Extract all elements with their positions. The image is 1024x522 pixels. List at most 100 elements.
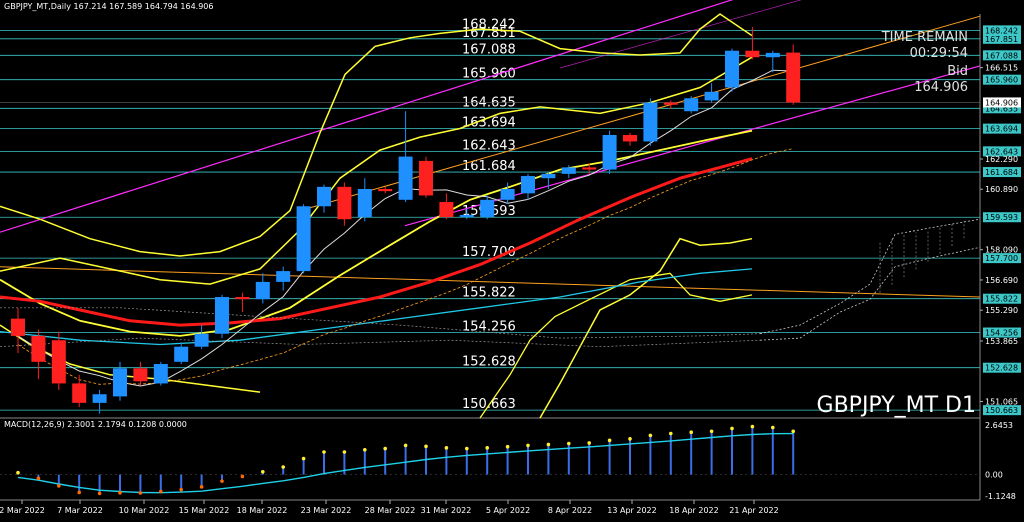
candle-body xyxy=(11,318,25,336)
candle-body xyxy=(521,176,535,194)
date-label: 8 Apr 2022 xyxy=(548,506,592,515)
candle-body xyxy=(255,281,270,300)
candle-body xyxy=(296,206,311,272)
price-chart-svg[interactable]: 168.242167.851167.088165.960164.635163.6… xyxy=(0,0,1024,518)
candle-body xyxy=(398,156,413,200)
level-label: 164.635 xyxy=(462,95,516,110)
date-label: 18 Apr 2022 xyxy=(669,506,718,515)
level-label: 165.960 xyxy=(462,67,516,82)
macd-dot xyxy=(607,438,612,443)
macd-dot xyxy=(485,446,490,450)
macd-dot xyxy=(220,479,224,483)
price-tick-label: 153.865 xyxy=(985,337,1018,346)
candle-body xyxy=(582,167,597,170)
price-tick-label: 166.515 xyxy=(985,64,1018,73)
level-axis-label: 167.088 xyxy=(985,51,1018,60)
price-tick-label: 162.290 xyxy=(985,155,1018,164)
macd-dot xyxy=(179,487,183,492)
candle-body xyxy=(602,134,617,170)
candle-body xyxy=(215,297,229,334)
macd-dot xyxy=(709,429,714,434)
date-label: 18 Mar 2022 xyxy=(237,506,288,515)
macd-dot xyxy=(628,437,632,441)
macd-header-label: MACD(12,26,9) 2.3001 2.1794 0.1208 0.000… xyxy=(4,420,187,429)
candle-body xyxy=(337,186,352,220)
candle-body xyxy=(643,102,658,142)
price-tick-label: 156.690 xyxy=(985,276,1018,285)
candle-body xyxy=(235,297,250,300)
time-remain-label: TIME REMAIN xyxy=(881,30,968,45)
candle-body xyxy=(786,52,801,103)
level-axis-label: 152.628 xyxy=(985,364,1018,373)
candle-body xyxy=(541,173,556,179)
macd-dot xyxy=(505,444,510,449)
level-axis-label: 150.663 xyxy=(985,406,1018,415)
level-axis-label: 159.593 xyxy=(985,213,1018,222)
macd-dot xyxy=(567,441,571,446)
macd-dot xyxy=(444,446,449,450)
macd-dot xyxy=(403,443,408,448)
macd-dot xyxy=(138,491,143,495)
macd-dot xyxy=(57,484,61,488)
macd-dot xyxy=(118,491,122,495)
date-label: 2 Mar 2022 xyxy=(0,506,45,515)
level-axis-label: 157.700 xyxy=(985,254,1018,263)
macd-dot xyxy=(36,476,41,481)
level-axis-label: 155.822 xyxy=(985,295,1018,304)
macd-dot xyxy=(730,426,734,431)
candle-body xyxy=(500,188,515,200)
macd-dot xyxy=(281,465,286,469)
date-label: 5 Apr 2022 xyxy=(486,506,530,515)
candle-body xyxy=(419,160,433,196)
date-label: 15 Mar 2022 xyxy=(179,506,230,515)
candle-body xyxy=(459,214,474,218)
macd-axis-label: 0.00 xyxy=(985,471,1003,480)
macd-dot xyxy=(16,470,20,475)
macd-dot xyxy=(750,424,755,429)
chart-header-label: GBPJPY_MT,Daily 167.214 167.589 164.794 … xyxy=(4,2,213,11)
candle-body xyxy=(113,368,127,397)
level-axis-label: 161.684 xyxy=(985,168,1018,177)
bid-value: 164.906 xyxy=(914,80,968,95)
candle-body xyxy=(765,52,780,58)
symbol-watermark: GBPJPY_MT D1 xyxy=(817,393,976,418)
candle-body xyxy=(725,50,739,88)
date-label: 10 Mar 2022 xyxy=(119,506,170,515)
date-label: 23 Mar 2022 xyxy=(301,506,352,515)
chart-window[interactable]: 168.242 167.851 167.088 165.960 164.635 163.6… xyxy=(0,0,1024,518)
current-price-label: 164.906 xyxy=(985,98,1018,107)
level-axis-label: 165.960 xyxy=(985,76,1018,85)
date-label: 7 Mar 2022 xyxy=(57,506,103,515)
level-axis-label: 163.694 xyxy=(985,125,1018,134)
macd-dot xyxy=(465,446,469,451)
time-remain-value: 00:29:54 xyxy=(910,46,968,61)
level-label: 152.628 xyxy=(462,355,516,370)
macd-dot xyxy=(526,443,530,448)
candle-body xyxy=(684,98,699,112)
bid-label: Bid xyxy=(947,64,968,79)
macd-dot xyxy=(424,444,428,449)
candle-body xyxy=(133,368,148,382)
candle-body xyxy=(663,102,678,105)
macd-axis-label: 2.6453 xyxy=(985,421,1013,430)
macd-dot xyxy=(77,490,81,495)
price-tick-label: 155.290 xyxy=(985,306,1018,315)
candle-body xyxy=(276,271,291,282)
level-label: 161.684 xyxy=(462,159,516,174)
macd-dot xyxy=(771,425,775,430)
candle-body xyxy=(357,188,372,218)
macd-dot xyxy=(363,447,367,452)
macd-dot xyxy=(689,430,693,435)
candle-body xyxy=(745,50,760,58)
macd-dot xyxy=(199,485,204,489)
candle-body xyxy=(51,340,66,384)
candle-body xyxy=(378,188,393,192)
macd-dot xyxy=(587,441,591,445)
macd-dot xyxy=(546,442,551,447)
date-label: 28 Mar 2022 xyxy=(365,506,416,515)
level-label: 167.088 xyxy=(462,42,516,57)
macd-dot xyxy=(159,489,163,494)
macd-dot xyxy=(383,446,388,451)
candle-body xyxy=(704,91,719,101)
macd-dot xyxy=(669,431,673,436)
